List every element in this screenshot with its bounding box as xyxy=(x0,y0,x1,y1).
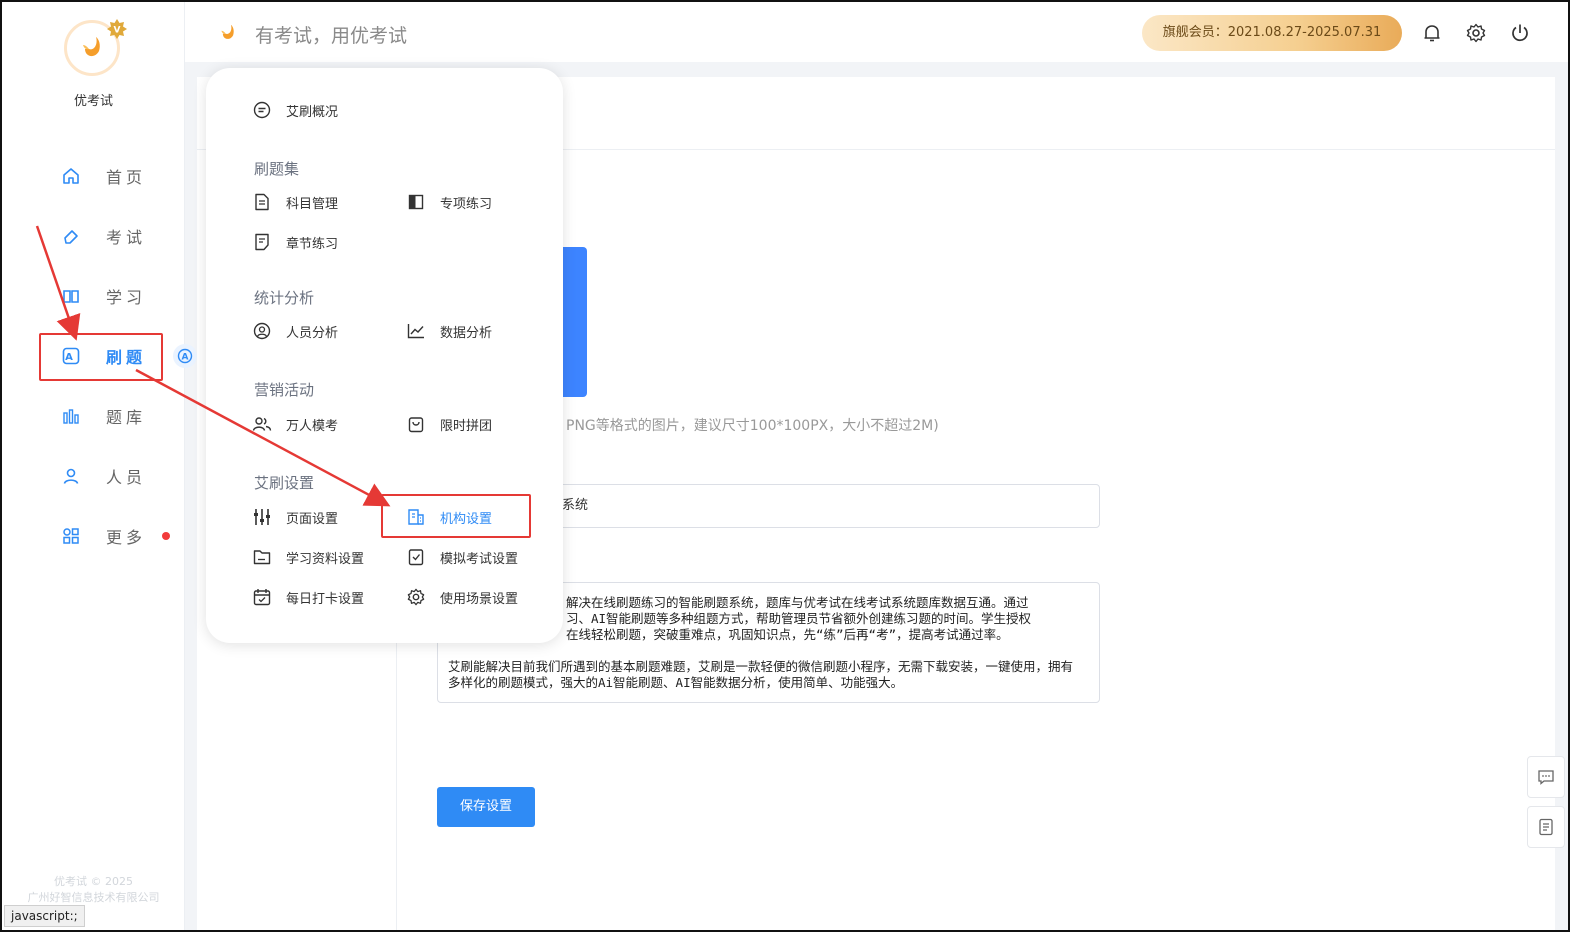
brand-mark-icon xyxy=(83,37,100,57)
save-settings-button[interactable]: 保存设置 xyxy=(437,787,535,827)
logo-upload-hint: PNG等格式的图片，建议尺寸100*100PX，大小不超过2M) xyxy=(566,418,939,434)
description-line: 习、AI智能刷题等多种组题方式，帮助管理员节省额外创建练习题的时间。学生授权 xyxy=(566,611,1032,626)
menu-item-people-analysis[interactable]: 人员分析 xyxy=(252,319,338,343)
section-title: 艾刷设置 xyxy=(254,474,315,492)
header-slogan: 有考试，用优考试 xyxy=(255,25,408,47)
menu-item-label: 学习资料设置 xyxy=(286,551,365,567)
sidebar-item-label: 首页 xyxy=(106,168,147,187)
submenu-indicator-icon[interactable]: A xyxy=(173,344,197,368)
calendar-icon xyxy=(252,587,272,607)
section-title: 营销活动 xyxy=(254,381,315,399)
description-paragraph: 艾刷能解决目前我们所遇到的基本刷题难题，艾刷是一款轻便的微信刷题小程序，无需下载… xyxy=(448,659,1074,690)
cog-icon xyxy=(406,587,426,607)
header-logo-icon xyxy=(221,24,234,39)
sidebar-item-label: 考试 xyxy=(106,228,147,247)
brand-name: 优考试 xyxy=(73,94,113,109)
highlight-org-settings xyxy=(381,494,531,538)
book-icon xyxy=(60,285,82,307)
sidebar-item-label: 学习 xyxy=(106,288,147,307)
menu-item-label: 人员分析 xyxy=(286,325,339,341)
bag-icon xyxy=(406,414,426,434)
menu-item-material-settings[interactable]: 学习资料设置 xyxy=(252,545,364,569)
menu-item-overview[interactable]: 艾刷概况 xyxy=(252,98,338,122)
notification-dot xyxy=(162,532,170,540)
power-icon[interactable] xyxy=(1509,22,1531,44)
section-title: 统计分析 xyxy=(254,289,315,307)
menu-item-data-analysis[interactable]: 数据分析 xyxy=(406,319,492,343)
highlight-practice-nav xyxy=(39,333,163,381)
sliders-icon xyxy=(252,507,272,527)
menu-item-label: 数据分析 xyxy=(440,325,493,341)
overview-icon xyxy=(252,100,272,120)
sidebar-item-label: 人员 xyxy=(106,468,147,487)
sidebar-item-home[interactable]: 首页 xyxy=(42,154,162,198)
sidebar: V 优考试 首页 考试 学习 A 刷题 题库 人员 更多 优考试 © 2025 … xyxy=(2,2,185,930)
sidebar-item-more[interactable]: 更多 xyxy=(42,514,170,558)
home-icon xyxy=(60,165,82,187)
status-bar-url: javascript:; xyxy=(4,905,85,927)
menu-item-scene-settings[interactable]: 使用场景设置 xyxy=(406,585,518,609)
menu-item-special-practice[interactable]: 专项练习 xyxy=(406,190,492,214)
note-icon[interactable] xyxy=(1527,806,1565,848)
menu-item-checkin-settings[interactable]: 每日打卡设置 xyxy=(252,585,364,609)
sidebar-item-label: 题库 xyxy=(106,408,147,427)
menu-item-label: 每日打卡设置 xyxy=(286,591,365,607)
doc-icon xyxy=(252,192,272,212)
group-icon xyxy=(252,414,272,434)
menu-item-mass-mock-exam[interactable]: 万人模考 xyxy=(252,412,338,436)
menu-item-label: 限时拼团 xyxy=(440,418,493,434)
user-icon xyxy=(60,465,82,487)
folder-icon xyxy=(252,547,272,567)
bars-icon xyxy=(60,405,82,427)
chat-icon[interactable] xyxy=(1527,756,1565,798)
section-title: 刷题集 xyxy=(254,160,300,178)
menu-item-label: 使用场景设置 xyxy=(440,591,519,607)
top-header: 有考试，用优考试 旗舰会员：2021.08.27-2025.07.31 xyxy=(185,2,1568,62)
sidebar-item-bank[interactable]: 题库 xyxy=(42,394,162,438)
org-name-value: 系统 xyxy=(562,498,589,513)
sidebar-item-people[interactable]: 人员 xyxy=(42,454,162,498)
copyright: 优考试 © 2025 广州好智信息技术有限公司 xyxy=(2,874,185,906)
menu-item-label: 专项练习 xyxy=(440,196,493,212)
chapter-icon xyxy=(252,232,272,252)
gear-icon[interactable] xyxy=(1465,22,1487,44)
apps-icon xyxy=(60,525,82,547)
vip-membership-badge[interactable]: 旗舰会员：2021.08.27-2025.07.31 xyxy=(1142,15,1402,51)
menu-item-label: 模拟考试设置 xyxy=(440,551,519,567)
company-line: 广州好智信息技术有限公司 xyxy=(27,891,160,904)
sidebar-item-label: 更多 xyxy=(106,528,147,547)
half-square-icon xyxy=(406,192,426,212)
user-circle-icon xyxy=(252,321,272,341)
menu-item-subjects[interactable]: 科目管理 xyxy=(252,190,338,214)
copyright-line: 优考试 © 2025 xyxy=(54,875,133,888)
practice-submenu-popup: 艾刷概况 刷题集 科目管理 专项练习 章节练习 统计分析 人员分析 数据分析 营… xyxy=(206,68,563,643)
menu-item-page-settings[interactable]: 页面设置 xyxy=(252,505,338,529)
svg-text:V: V xyxy=(114,26,121,36)
svg-text:A: A xyxy=(182,353,189,363)
menu-item-mock-exam-settings[interactable]: 模拟考试设置 xyxy=(406,545,518,569)
menu-item-label: 章节练习 xyxy=(286,236,339,252)
menu-item-group-buy[interactable]: 限时拼团 xyxy=(406,412,492,436)
menu-item-label: 艾刷概况 xyxy=(286,104,339,120)
trend-icon xyxy=(406,321,426,341)
description-line: 在线轻松刷题，突破重难点，巩固知识点，先“练”后再“考”，提高考试通过率。 xyxy=(566,627,1009,642)
app-logo[interactable]: V xyxy=(64,19,127,80)
menu-item-label: 科目管理 xyxy=(286,196,339,212)
menu-item-label: 万人模考 xyxy=(286,418,339,434)
sidebar-item-study[interactable]: 学习 xyxy=(42,274,162,318)
menu-item-label: 页面设置 xyxy=(286,511,339,527)
check-doc-icon xyxy=(406,547,426,567)
sidebar-item-exam[interactable]: 考试 xyxy=(42,214,162,258)
description-line: 解决在线刷题练习的智能刷题系统，题库与优考试在线考试系统题库数据互通。通过 xyxy=(566,595,1029,610)
bell-icon[interactable] xyxy=(1421,22,1443,44)
menu-item-chapter-practice[interactable]: 章节练习 xyxy=(252,230,338,254)
eraser-icon xyxy=(60,225,82,247)
vip-badge-icon: V xyxy=(107,19,127,39)
